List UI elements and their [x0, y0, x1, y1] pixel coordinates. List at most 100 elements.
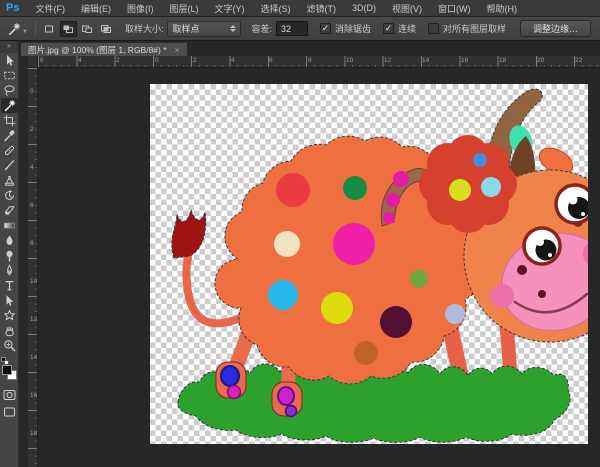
custom-shape-tool[interactable]: [1, 308, 18, 323]
eyedropper-tool-icon: [3, 129, 16, 142]
menu-item-image[interactable]: 图像(I): [119, 2, 162, 15]
dodge-tool-icon: [3, 249, 16, 262]
eye-highlight: [548, 253, 552, 257]
body-dot: [354, 341, 378, 365]
dodge-tool[interactable]: [1, 248, 18, 263]
vertical-ruler[interactable]: 0 2 4 6 8 10 12 14 16 18: [28, 68, 38, 467]
ruler-number: 16: [30, 392, 37, 399]
nostril: [517, 265, 527, 275]
flower-dot: [473, 153, 487, 167]
flower-dot: [449, 179, 471, 201]
menu-item-file[interactable]: 文件(F): [27, 2, 73, 15]
ruler-number: 18: [499, 57, 506, 64]
magic-wand-tool[interactable]: [1, 98, 18, 113]
workspace: »: [0, 41, 600, 467]
menu-item-select[interactable]: 选择(S): [252, 2, 298, 15]
lasso-tool[interactable]: [1, 83, 18, 98]
subtract-from-selection-button[interactable]: [79, 21, 96, 37]
tools-panel: »: [0, 41, 19, 467]
menu-item-filter[interactable]: 滤镜(T): [298, 2, 344, 15]
sample-all-layers-label: 对所有图层取样: [443, 22, 506, 35]
ruler-number: 0: [30, 88, 34, 95]
color-swatches[interactable]: [1, 357, 18, 385]
refine-edge-button[interactable]: 调整边缘…: [520, 20, 591, 37]
options-separator: [35, 21, 36, 37]
eyedropper-tool[interactable]: [1, 128, 18, 143]
body-dot: [274, 231, 300, 257]
menu-item-3d[interactable]: 3D(D): [344, 3, 384, 13]
history-brush-tool[interactable]: [1, 188, 18, 203]
hoof-nail: [278, 387, 294, 405]
menu-item-layer[interactable]: 图层(L): [161, 2, 206, 15]
horn-patch: [393, 171, 409, 187]
clone-stamp-tool[interactable]: [1, 173, 18, 188]
crop-tool-icon: [3, 114, 16, 127]
checkbox-checked-icon: ✓: [320, 23, 331, 34]
document-tab[interactable]: 图片.jpg @ 100% (图层 1, RGB/8#) * ×: [20, 42, 188, 56]
ruler-number: 6: [269, 57, 273, 64]
tab-close-icon[interactable]: ×: [175, 45, 180, 55]
ruler-number: 2: [30, 126, 34, 133]
menu-item-window[interactable]: 窗口(W): [430, 2, 479, 15]
contiguous-label: 连续: [398, 22, 416, 35]
menu-item-help[interactable]: 帮助(H): [478, 2, 525, 15]
foreground-color-swatch[interactable]: [2, 365, 12, 375]
brush-tool[interactable]: [1, 158, 18, 173]
move-tool[interactable]: [1, 53, 18, 68]
checkbox-unchecked-icon: [428, 23, 439, 34]
body-dot: [410, 270, 428, 288]
ruler-number: 8: [30, 240, 34, 247]
lasso-tool-icon: [3, 84, 16, 97]
hoof-nail: [286, 406, 297, 417]
ruler-number: 4: [78, 57, 82, 64]
horizontal-ruler[interactable]: 6 4 2 0 2 4 6 8 10 12 14 16 18 20 22: [38, 56, 600, 68]
clone-stamp-tool-icon: [3, 174, 16, 187]
type-tool[interactable]: [1, 278, 18, 293]
ruler-number: 10: [346, 57, 353, 64]
hand-tool[interactable]: [1, 323, 18, 338]
sample-size-value: 取样点: [172, 22, 199, 35]
ruler-number: 2: [116, 57, 120, 64]
canvas-document[interactable]: [150, 84, 588, 444]
menu-item-view[interactable]: 视图(V): [384, 2, 430, 15]
zoom-tool[interactable]: [1, 338, 18, 353]
tolerance-input[interactable]: [276, 21, 308, 36]
pen-tool[interactable]: [1, 263, 18, 278]
ruler-number: 6: [30, 202, 34, 209]
hand-tool-icon: [3, 324, 16, 337]
horn-patch: [386, 193, 400, 207]
ruler-number: 14: [422, 57, 429, 64]
sample-size-dropdown[interactable]: 取样点: [167, 21, 241, 37]
add-to-selection-button[interactable]: [60, 21, 77, 37]
anti-alias-checkbox[interactable]: ✓ 消除锯齿: [320, 22, 371, 35]
intersect-selection-icon: [100, 24, 112, 34]
spot-healing-brush-tool[interactable]: [1, 143, 18, 158]
screen-mode-button[interactable]: [1, 404, 18, 419]
body-dot: [380, 306, 412, 338]
contiguous-checkbox[interactable]: ✓ 连续: [383, 22, 416, 35]
magic-wand-icon: [7, 22, 21, 36]
eraser-tool[interactable]: [1, 203, 18, 218]
intersect-selection-button[interactable]: [98, 21, 115, 37]
new-selection-button[interactable]: [41, 21, 58, 37]
history-brush-tool-icon: [3, 189, 16, 202]
body-dot: [333, 223, 375, 265]
tail-tassel: [172, 210, 206, 258]
menu-item-type[interactable]: 文字(Y): [206, 2, 252, 15]
rectangular-marquee-tool[interactable]: [1, 68, 18, 83]
quick-mask-button[interactable]: [1, 387, 18, 402]
blur-tool[interactable]: [1, 233, 18, 248]
ruler-number: 18: [30, 430, 37, 437]
add-to-selection-icon: [62, 24, 74, 34]
tolerance-label: 容差:: [251, 22, 272, 35]
crop-tool[interactable]: [1, 113, 18, 128]
active-tool-preview[interactable]: ▼: [7, 22, 30, 36]
path-selection-tool[interactable]: [1, 293, 18, 308]
hoof-nail: [228, 386, 241, 399]
new-selection-icon: [43, 24, 55, 34]
gradient-tool[interactable]: [1, 218, 18, 233]
toolbar-collapse-button[interactable]: »: [0, 41, 18, 53]
ruler-number: 8: [308, 57, 312, 64]
sample-all-layers-checkbox[interactable]: 对所有图层取样: [428, 22, 506, 35]
menu-item-edit[interactable]: 编辑(E): [73, 2, 119, 15]
